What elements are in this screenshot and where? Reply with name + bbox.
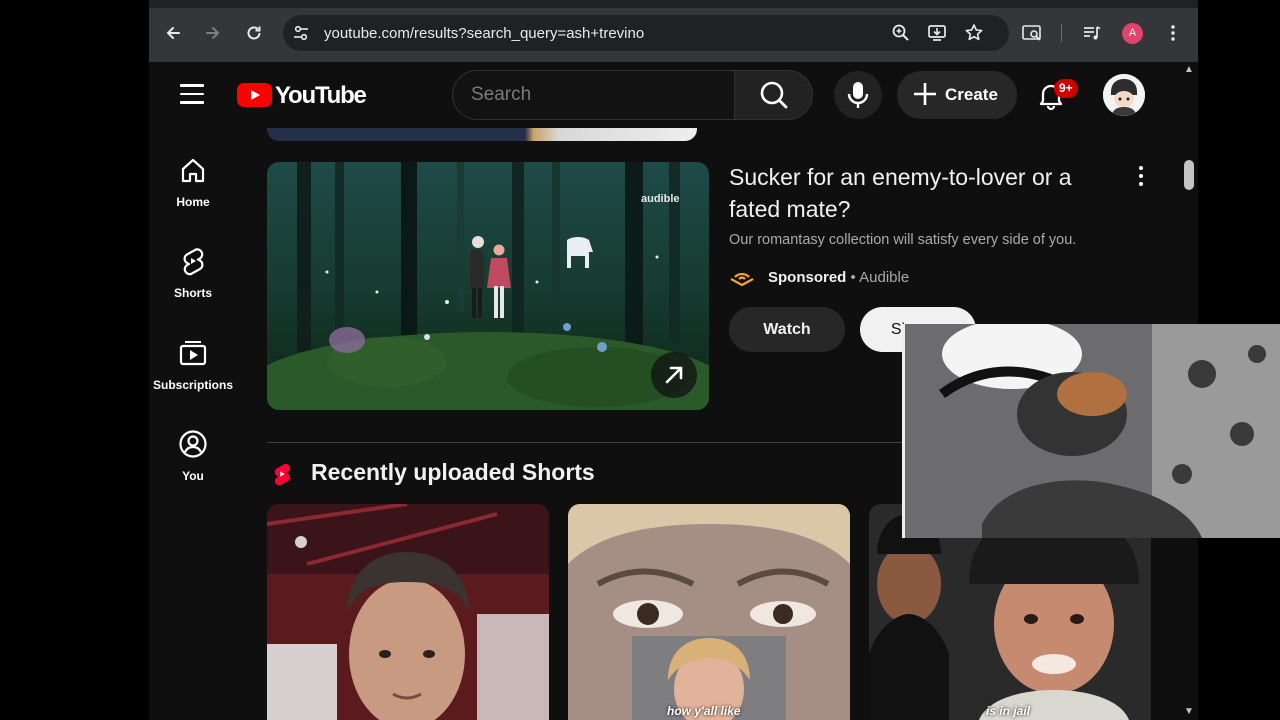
you-icon <box>179 430 207 458</box>
scroll-up-arrow-icon[interactable]: ▲ <box>1183 65 1195 75</box>
short-caption: how y'all like <box>667 704 741 718</box>
webcam-overlay <box>902 324 1280 538</box>
create-label: Create <box>945 85 998 104</box>
url-text[interactable]: youtube.com/results?search_query=ash+tre… <box>324 25 644 42</box>
search-button[interactable] <box>734 70 813 120</box>
youtube-logo-text: YouTube <box>275 82 367 109</box>
watch-button[interactable]: Watch <box>729 307 845 352</box>
short-thumbnail[interactable]: how y'all like <box>568 504 850 720</box>
previous-result-thumbnail[interactable] <box>267 128 697 141</box>
sidebar-item-home[interactable]: Home <box>149 155 237 209</box>
reload-icon[interactable] <box>241 20 267 46</box>
tab-search-icon[interactable] <box>1021 22 1043 44</box>
scrollbar-thumb[interactable] <box>1184 160 1194 190</box>
media-control-icon[interactable] <box>1081 22 1103 44</box>
hamburger-menu-icon[interactable] <box>180 84 204 104</box>
subscriptions-icon <box>179 341 207 366</box>
forward-icon[interactable] <box>200 20 226 46</box>
shorts-icon <box>183 248 204 276</box>
account-avatar[interactable] <box>1103 74 1145 116</box>
sidebar-item-label: Subscriptions <box>152 378 233 392</box>
ad-more-actions-icon[interactable] <box>1132 164 1150 190</box>
shorts-section-title: Recently uploaded Shorts <box>311 459 595 485</box>
back-icon[interactable] <box>160 20 186 46</box>
scroll-down-arrow-icon[interactable]: ▼ <box>1183 707 1195 717</box>
address-bar[interactable]: youtube.com/results?search_query=ash+tre… <box>283 15 1009 51</box>
install-app-icon[interactable] <box>926 22 948 44</box>
voice-search-button[interactable] <box>834 71 882 119</box>
sponsor-separator: • <box>850 269 856 286</box>
bookmark-star-icon[interactable] <box>963 22 985 44</box>
audible-logo-icon <box>730 272 754 287</box>
short-caption: is in jail <box>986 704 1031 718</box>
youtube-play-icon <box>237 83 272 107</box>
browser-toolbar: youtube.com/results?search_query=ash+tre… <box>149 0 1198 62</box>
search-input[interactable] <box>471 84 711 106</box>
ad-thumbnail[interactable]: audible <box>267 162 709 410</box>
youtube-header: YouTube Create 9+ <box>149 62 1198 128</box>
search-icon <box>760 81 788 109</box>
notification-count-badge: 9+ <box>1054 79 1078 98</box>
site-info-icon[interactable] <box>290 22 312 44</box>
sidebar-item-label: You <box>182 469 204 483</box>
section-divider <box>267 442 907 443</box>
toolbar-divider <box>1061 24 1062 42</box>
menu-kebab-icon[interactable] <box>1162 22 1184 44</box>
search-box[interactable] <box>452 70 734 120</box>
ad-description: Our romantasy collection will satisfy ev… <box>729 232 1077 248</box>
audible-watermark: audible <box>641 193 680 205</box>
advertiser-name[interactable]: Audible <box>859 269 909 286</box>
short-thumbnail[interactable] <box>267 504 549 720</box>
create-button[interactable]: Create <box>897 71 1017 119</box>
microphone-icon <box>847 82 869 108</box>
sidebar-item-you[interactable]: You <box>149 429 237 483</box>
shorts-logo-icon <box>269 461 295 487</box>
sidebar-item-label: Shorts <box>173 286 212 300</box>
home-icon <box>181 158 205 183</box>
plus-icon <box>912 79 938 115</box>
browser-profile-avatar[interactable]: A <box>1122 23 1143 44</box>
ad-title[interactable]: Sucker for an enemy-to-lover or a fated … <box>729 161 1129 225</box>
sidebar-item-subscriptions[interactable]: Subscriptions <box>149 338 237 392</box>
sidebar-item-shorts[interactable]: Shorts <box>149 246 237 300</box>
sidebar-item-label: Home <box>176 195 210 209</box>
sponsored-label: Sponsored <box>768 269 847 286</box>
zoom-icon[interactable] <box>890 22 912 44</box>
tab-strip <box>149 0 1198 8</box>
